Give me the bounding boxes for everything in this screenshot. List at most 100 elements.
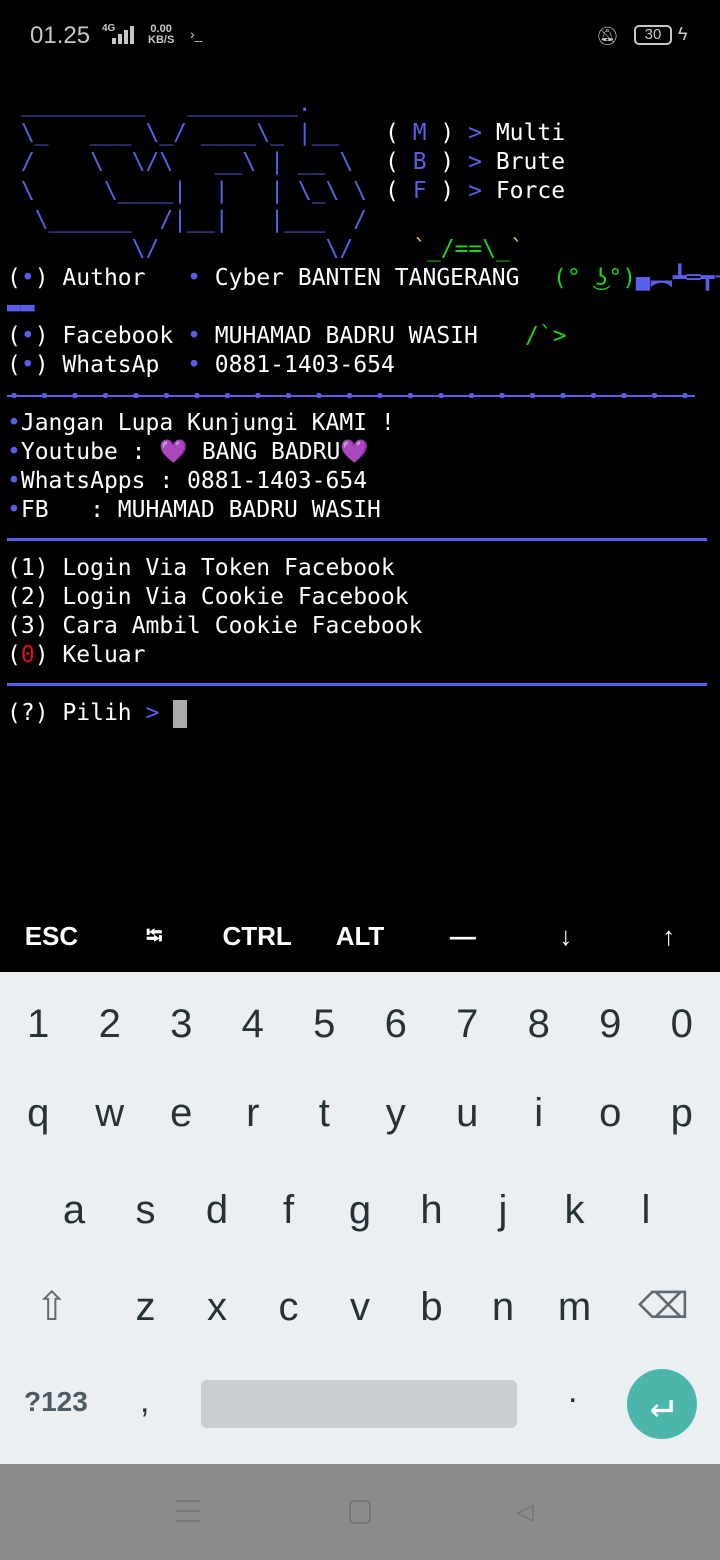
mascot-face: (° ͜ʖ°) bbox=[553, 265, 637, 291]
key-dash[interactable]: — bbox=[411, 905, 514, 967]
key-m[interactable]: m bbox=[539, 1277, 611, 1337]
home-icon[interactable] bbox=[349, 1500, 371, 1524]
input-prompt[interactable]: (?) Pilih > bbox=[7, 699, 519, 728]
key-ctrl[interactable]: CTRL bbox=[206, 905, 309, 967]
key-l[interactable]: l bbox=[610, 1180, 682, 1240]
mascot-hand: /`> bbox=[525, 323, 567, 349]
key-9[interactable]: 9 bbox=[575, 994, 647, 1054]
terminal-icon: ›_ bbox=[190, 26, 203, 42]
terminal-output: _________ ________. \_ ___ \_/ ____\_ |_… bbox=[7, 90, 720, 728]
key-v[interactable]: v bbox=[324, 1277, 396, 1337]
key-6[interactable]: 6 bbox=[360, 994, 432, 1054]
text-cursor bbox=[173, 699, 188, 728]
key-d[interactable]: d bbox=[181, 1180, 253, 1240]
key-k[interactable]: k bbox=[539, 1180, 611, 1240]
key-n[interactable]: n bbox=[467, 1277, 539, 1337]
charging-icon: ϟ bbox=[678, 24, 688, 44]
key-alt[interactable]: ALT bbox=[309, 905, 412, 967]
mode-letter: M bbox=[412, 120, 427, 146]
speed-unit: KB/S bbox=[148, 34, 175, 46]
key-down[interactable]: ↓ bbox=[514, 905, 617, 967]
key-q[interactable]: q bbox=[3, 1083, 75, 1143]
key-x[interactable]: x bbox=[181, 1277, 253, 1337]
gun-art: ▄︻┻═┳一 bbox=[636, 265, 720, 291]
clock: 01.25 bbox=[30, 22, 91, 49]
mode-letter: F bbox=[412, 178, 427, 204]
battery-icon: 30 bbox=[634, 25, 672, 45]
mode-label: Force bbox=[495, 178, 566, 204]
key-c[interactable]: c bbox=[253, 1277, 325, 1337]
dotted-divider bbox=[7, 393, 695, 398]
key-p[interactable]: p bbox=[646, 1083, 718, 1143]
key-y[interactable]: y bbox=[360, 1083, 432, 1143]
signal-icon bbox=[112, 26, 134, 44]
ascii-logo: \______ /|__| |___ / bbox=[7, 207, 368, 233]
info-label: Facebook bbox=[62, 323, 174, 349]
mode-label: Multi bbox=[495, 120, 566, 146]
key-f[interactable]: f bbox=[253, 1180, 325, 1240]
divider bbox=[7, 538, 707, 541]
key-7[interactable]: 7 bbox=[432, 994, 504, 1054]
menu-label: Login Via Token Facebook bbox=[62, 555, 395, 581]
space-bar[interactable] bbox=[201, 1380, 517, 1428]
menu-label: Keluar bbox=[62, 642, 146, 668]
key-5[interactable]: 5 bbox=[289, 994, 361, 1054]
menu-label: Login Via Cookie Facebook bbox=[62, 584, 409, 610]
key-u[interactable]: u bbox=[432, 1083, 504, 1143]
promo-line: Jangan Lupa Kunjungi KAMI ! bbox=[20, 410, 395, 436]
key-1[interactable]: 1 bbox=[3, 994, 75, 1054]
recents-icon[interactable] bbox=[176, 1500, 200, 1522]
key-e[interactable]: e bbox=[146, 1083, 218, 1143]
ascii-logo: _________ ________. bbox=[7, 91, 312, 117]
key-tab[interactable]: ⭾ bbox=[103, 905, 206, 967]
divider bbox=[7, 683, 707, 686]
mascot-top: _/==\_ bbox=[426, 236, 510, 262]
key-a[interactable]: a bbox=[38, 1180, 110, 1240]
mode-letter: B bbox=[412, 149, 427, 175]
period-key[interactable]: . bbox=[568, 1372, 577, 1411]
key-2[interactable]: 2 bbox=[74, 994, 146, 1054]
menu-item: (0) Keluar bbox=[7, 642, 146, 668]
key-w[interactable]: w bbox=[74, 1083, 146, 1143]
prompt-label: Pilih bbox=[62, 700, 132, 726]
key-i[interactable]: i bbox=[503, 1083, 575, 1143]
status-bar: 01.25 4G 0.00 KB/S ›_ 🔕︎ 30 ϟ bbox=[0, 0, 720, 72]
menu-item: (1) Login Via Token Facebook bbox=[7, 555, 395, 581]
key-o[interactable]: o bbox=[575, 1083, 647, 1143]
info-value: Cyber BANTEN TANGERANG bbox=[214, 265, 520, 291]
key-8[interactable]: 8 bbox=[503, 994, 575, 1054]
promo-line: WhatsApps : 0881-1403-654 bbox=[20, 468, 368, 494]
shift-icon[interactable]: ⇧ bbox=[35, 1284, 69, 1330]
promo-line: Youtube : 💜 BANG BADRU💜 bbox=[20, 439, 369, 465]
promo-line: FB : MUHAMAD BADRU WASIH bbox=[20, 497, 381, 523]
key-t[interactable]: t bbox=[289, 1083, 361, 1143]
info-value: 0881-1403-654 bbox=[214, 352, 395, 378]
key-4[interactable]: 4 bbox=[217, 994, 289, 1054]
key-g[interactable]: g bbox=[324, 1180, 396, 1240]
ascii-logo: \_ ___ \_/ ____\_ |__ bbox=[7, 120, 340, 146]
key-3[interactable]: 3 bbox=[146, 994, 218, 1054]
menu-item: (2) Login Via Cookie Facebook bbox=[7, 584, 409, 610]
back-icon[interactable]: ◁ bbox=[516, 1494, 534, 1529]
comma-key[interactable]: , bbox=[140, 1382, 149, 1421]
key-up[interactable]: ↑ bbox=[617, 905, 720, 967]
key-r[interactable]: r bbox=[217, 1083, 289, 1143]
key-s[interactable]: s bbox=[110, 1180, 182, 1240]
ascii-logo: \ \____| | | \_\ \ bbox=[7, 178, 368, 204]
key-esc[interactable]: ESC bbox=[0, 905, 103, 967]
mode-label: Brute bbox=[495, 149, 566, 175]
info-label: WhatsAp bbox=[62, 352, 174, 378]
key-z[interactable]: z bbox=[110, 1277, 182, 1337]
key-b[interactable]: b bbox=[396, 1277, 468, 1337]
menu-item: (3) Cara Ambil Cookie Facebook bbox=[7, 613, 423, 639]
symbols-key[interactable]: ?123 bbox=[24, 1386, 88, 1418]
backspace-icon[interactable]: ⌫ bbox=[638, 1285, 689, 1327]
enter-key[interactable]: ↵ bbox=[627, 1369, 697, 1439]
key-j[interactable]: j bbox=[467, 1180, 539, 1240]
key-0[interactable]: 0 bbox=[646, 994, 718, 1054]
gun-tail: ▬▬ bbox=[7, 294, 35, 320]
key-h[interactable]: h bbox=[396, 1180, 468, 1240]
info-value: MUHAMAD BADRU WASIH bbox=[214, 323, 478, 349]
ascii-logo: / \ \/\ __\ | __ \ bbox=[7, 149, 354, 175]
extra-keys-bar: ESC ⭾ CTRL ALT — ↓ ↑ bbox=[0, 905, 720, 967]
